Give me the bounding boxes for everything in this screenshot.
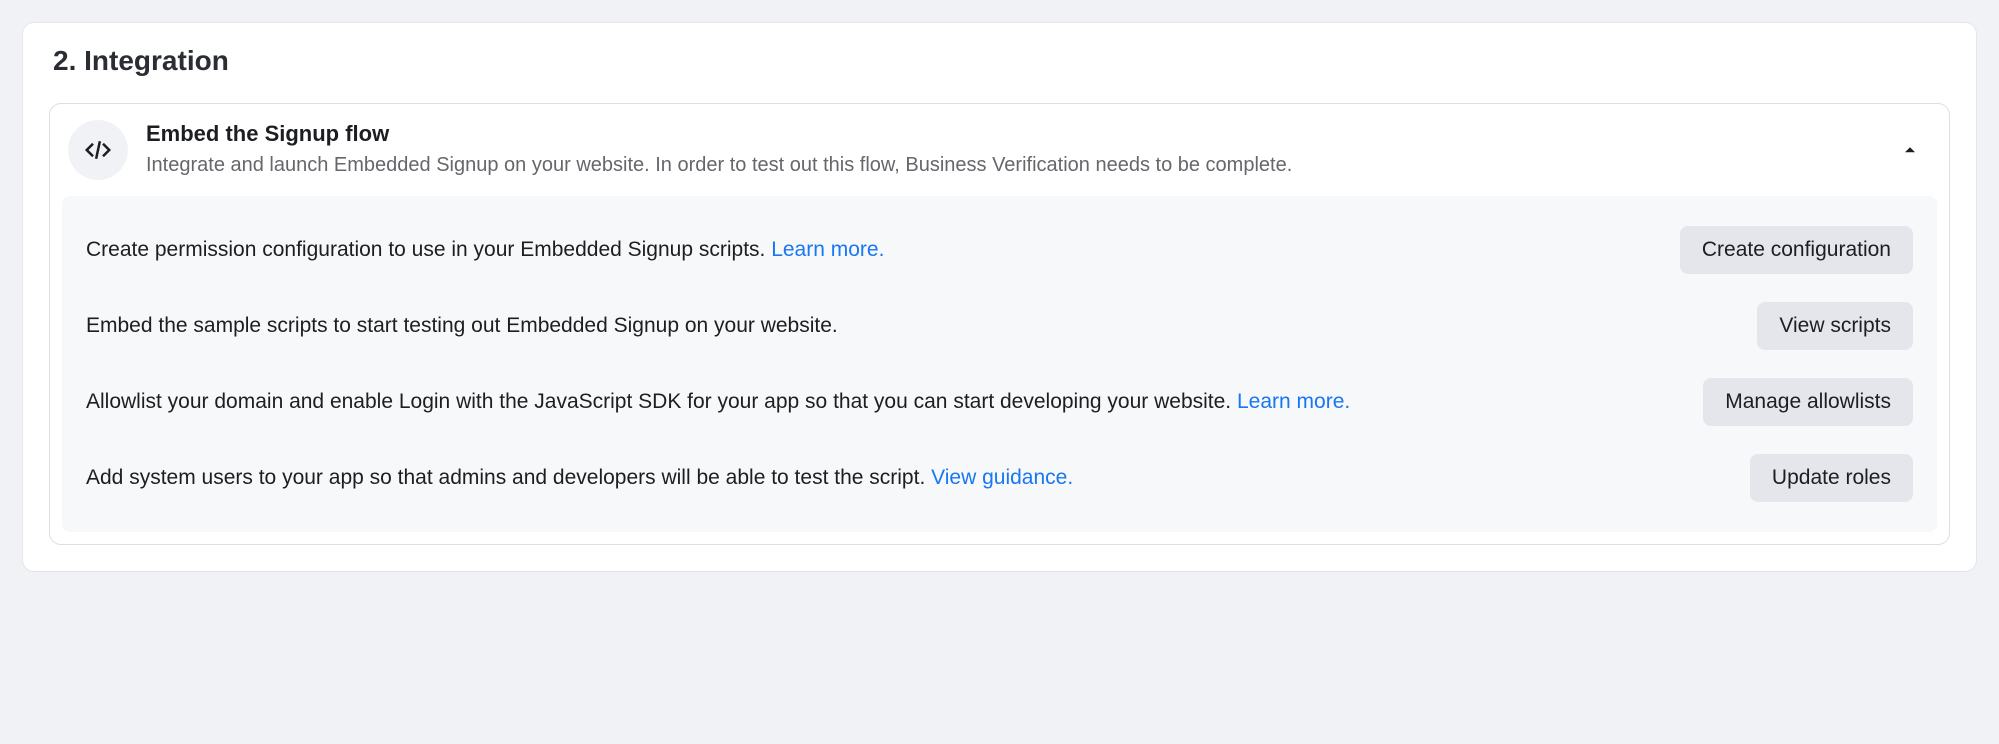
view-guidance-link[interactable]: View guidance.: [931, 466, 1073, 489]
row-text: Create permission configuration to use i…: [86, 234, 1640, 266]
manage-allowlists-button[interactable]: Manage allowlists: [1703, 378, 1913, 426]
section-title-text: Integration: [84, 45, 229, 76]
row-view-scripts: Embed the sample scripts to start testin…: [86, 288, 1913, 364]
create-configuration-button[interactable]: Create configuration: [1680, 226, 1913, 274]
row-text: Embed the sample scripts to start testin…: [86, 310, 1717, 342]
row-text-content: Allowlist your domain and enable Login w…: [86, 390, 1237, 413]
view-scripts-button[interactable]: View scripts: [1757, 302, 1913, 350]
panel-body: Create permission configuration to use i…: [62, 196, 1937, 532]
update-roles-button[interactable]: Update roles: [1750, 454, 1913, 502]
row-text-content: Embed the sample scripts to start testin…: [86, 314, 838, 337]
row-update-roles: Add system users to your app so that adm…: [86, 440, 1913, 508]
row-text-content: Create permission configuration to use i…: [86, 238, 771, 261]
code-icon: [68, 120, 128, 180]
chevron-up-icon[interactable]: [1899, 139, 1925, 161]
learn-more-link[interactable]: Learn more.: [771, 238, 884, 261]
row-create-configuration: Create permission configuration to use i…: [86, 220, 1913, 288]
panel-header-text: Embed the Signup flow Integrate and laun…: [146, 121, 1881, 179]
panel-header[interactable]: Embed the Signup flow Integrate and laun…: [50, 104, 1949, 196]
section-number: 2.: [53, 45, 76, 76]
row-text-content: Add system users to your app so that adm…: [86, 466, 931, 489]
section-title: 2. Integration: [49, 45, 1950, 77]
row-text: Add system users to your app so that adm…: [86, 462, 1710, 494]
panel-title: Embed the Signup flow: [146, 121, 1881, 147]
panel-description: Integrate and launch Embedded Signup on …: [146, 151, 1881, 179]
row-manage-allowlists: Allowlist your domain and enable Login w…: [86, 364, 1913, 440]
signup-panel: Embed the Signup flow Integrate and laun…: [49, 103, 1950, 545]
code-icon-svg: [83, 135, 113, 165]
learn-more-link[interactable]: Learn more.: [1237, 390, 1350, 413]
integration-card: 2. Integration Embed the Signup flow Int…: [22, 22, 1977, 572]
row-text: Allowlist your domain and enable Login w…: [86, 386, 1663, 418]
